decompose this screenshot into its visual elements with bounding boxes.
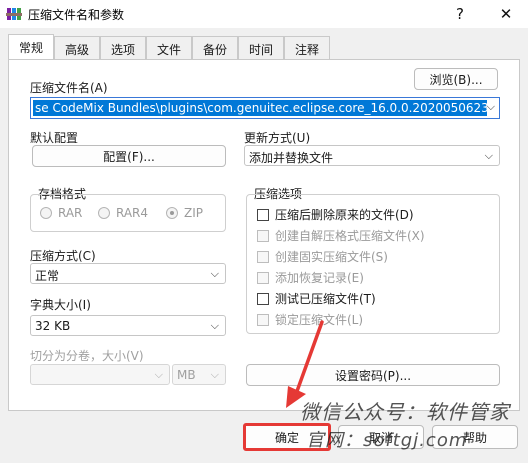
format-zip-radio[interactable]: ZIP [166,206,203,220]
watermark-line-2: 官网：softgj.com [306,430,468,451]
lock-archive-checkbox[interactable]: 锁定压缩文件(L) [257,311,363,328]
delete-after-compress-checkbox[interactable]: 压缩后删除原来的文件(D) [257,206,414,223]
chevron-down-icon: ⌵ [210,319,219,332]
split-volumes-label: 切分为分卷，大小(V) [30,349,144,363]
window-title: 压缩文件名和参数 [28,8,125,22]
chevron-down-icon: ⌵ [484,149,493,162]
chevron-down-icon: ⌵ [154,368,163,381]
close-icon[interactable]: ✕ [486,0,526,28]
create-sfx-label: 创建自解压格式压缩文件(X) [275,229,425,243]
checkbox-icon [257,292,269,305]
format-rar-radio[interactable]: RAR [40,206,82,220]
create-solid-label: 创建固实压缩文件(S) [275,250,388,264]
winrar-app-icon [6,6,22,22]
title-bar: 压缩文件名和参数 ? ✕ [0,0,528,28]
archive-name-input[interactable]: se CodeMix Bundles\plugins\com.genuitec.… [30,97,500,119]
compression-method-label: 压缩方式(C) [30,249,96,263]
chevron-down-icon: ⌵ [210,368,219,381]
archive-name-value: se CodeMix Bundles\plugins\com.genuitec.… [33,100,487,116]
tab-time[interactable]: 时间 [238,36,284,60]
tab-comment[interactable]: 注释 [284,36,330,60]
test-archive-label: 测试已压缩文件(T) [275,292,376,306]
checkbox-icon [257,313,269,326]
tab-files[interactable]: 文件 [146,36,192,60]
chevron-down-icon[interactable]: ⌵ [487,100,495,114]
recovery-record-label: 添加恢复记录(E) [275,271,364,285]
tab-advanced[interactable]: 高级 [54,36,100,60]
profiles-button[interactable]: 配置(F)... [32,145,226,167]
delete-after-compress-label: 压缩后删除原来的文件(D) [275,208,414,222]
dictionary-size-select[interactable]: 32 KB ⌵ [30,315,226,336]
update-mode-label: 更新方式(U) [244,131,311,145]
update-mode-select[interactable]: 添加并替换文件 ⌵ [244,145,500,166]
dictionary-size-value: 32 KB [35,319,71,333]
set-password-button[interactable]: 设置密码(P)... [246,364,500,386]
recovery-record-checkbox[interactable]: 添加恢复记录(E) [257,269,364,286]
help-icon[interactable]: ? [440,0,480,28]
radio-selected-icon [166,207,178,219]
format-zip-label: ZIP [184,206,203,220]
test-archive-checkbox[interactable]: 测试已压缩文件(T) [257,290,376,307]
radio-icon [98,207,110,219]
dictionary-size-label: 字典大小(I) [30,298,91,312]
format-rar-label: RAR [58,206,83,220]
radio-icon [40,207,52,219]
split-size-select[interactable]: ⌵ [30,364,170,385]
checkbox-icon [257,208,269,221]
tab-general[interactable]: 常规 [8,34,54,60]
create-sfx-checkbox[interactable]: 创建自解压格式压缩文件(X) [257,227,425,244]
compression-method-select[interactable]: 正常 ⌵ [30,263,226,284]
checkbox-icon [257,229,269,242]
tab-options[interactable]: 选项 [100,36,146,60]
checkbox-icon [257,250,269,263]
create-solid-checkbox[interactable]: 创建固实压缩文件(S) [257,248,388,265]
chevron-down-icon: ⌵ [210,267,219,280]
tab-backup[interactable]: 备份 [192,36,238,60]
format-rar4-radio[interactable]: RAR4 [98,206,148,220]
checkbox-icon [257,271,269,284]
compression-method-value: 正常 [35,269,60,283]
split-unit-select[interactable]: MB ⌵ [172,364,226,385]
split-unit-value: MB [177,368,196,382]
profile-label: 默认配置 [30,131,79,145]
update-mode-value: 添加并替换文件 [249,151,334,165]
watermark-line-1: 微信公众号：软件管家 [300,400,510,424]
browse-button[interactable]: 浏览(B)... [414,68,498,90]
archive-name-label: 压缩文件名(A) [30,81,108,95]
format-rar4-label: RAR4 [116,206,149,220]
lock-archive-label: 锁定压缩文件(L) [275,313,364,327]
